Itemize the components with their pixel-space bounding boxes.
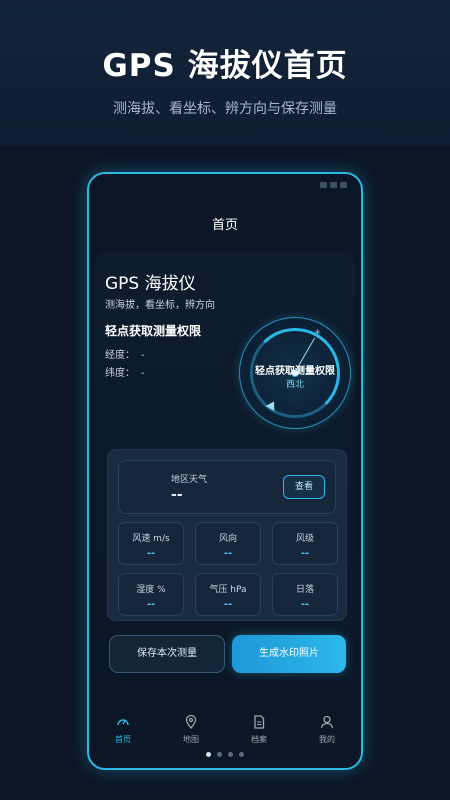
tab-home[interactable]: 首页 [93,714,153,754]
watermark-photo-button[interactable]: 生成水印照片 [232,635,346,673]
tab-map[interactable]: 地图 [161,714,221,754]
weather-panel: 地区天气 -- 查看 风速 m/s -- 风向 -- 风级 -- 湿度 % --… [107,449,347,621]
hero-subtitle: 测海拔、看坐标、辨方向与保存测量 [113,101,337,117]
compass-prompt: 轻点获取测量权限 [255,366,335,377]
tab-label: 档案 [251,735,267,744]
tab-label: 地图 [183,735,199,744]
longitude-row: 纬度： - [105,364,145,379]
status-icons [320,182,347,192]
tab-label: 我的 [319,735,335,744]
pressure-cell: 气压 hPa -- [195,573,261,616]
cell-label: 风级 [295,534,314,544]
page-dot-active[interactable] [206,752,211,757]
compass-dial[interactable]: ✳ 轻点获取测量权限 西北 [239,317,351,429]
wind-direction-cell: 风向 -- [195,522,261,565]
weather-summary: 地区天气 -- 查看 [118,460,336,514]
hero-banner: GPS 海拔仪首页 测海拔、看坐标、辨方向与保存测量 [0,0,450,146]
wifi-icon [330,182,337,188]
permission-link[interactable]: 轻点获取测量权限 [105,322,201,339]
user-icon [297,714,357,730]
save-measurement-button[interactable]: 保存本次测量 [109,635,225,673]
longitude-label: 纬度： [105,368,135,379]
cell-label: 气压 hPa [209,585,247,595]
battery-icon [340,182,347,188]
app-subtitle: 测海拔，看坐标，辨方向 [105,300,215,311]
latitude-row: 经度： - [105,346,145,361]
status-bar [103,182,347,192]
latitude-label: 经度： [105,350,135,361]
compass-direction: 西北 [285,380,304,390]
weather-grid: 风速 m/s -- 风向 -- 风级 -- 湿度 % -- 气压 hPa -- … [118,522,338,616]
signal-icon [320,182,327,188]
page-title: 首页 [211,218,238,233]
cell-value: -- [146,548,156,559]
latitude-value: - [141,350,145,361]
cell-label: 风速 m/s [132,534,170,544]
weather-label: 地区天气 [171,475,208,485]
cell-value: -- [223,548,233,559]
humidity-cell: 湿度 % -- [118,573,184,616]
app-title: GPS 海拔仪 [105,274,196,294]
page-dot[interactable] [239,752,244,757]
cell-value: -- [300,599,310,610]
page-dot[interactable] [217,752,222,757]
bottom-tab-bar: 首页 地图 档案 我的 [89,714,361,754]
wind-level-cell: 风级 -- [272,522,338,565]
sparkle-icon: ✳ [314,328,321,337]
cell-value: -- [300,548,310,559]
phone-frame: 首页 GPS 海拔仪 测海拔，看坐标，辨方向 轻点获取测量权限 经度： - 纬度：… [87,172,363,770]
cell-value: -- [223,599,233,610]
cell-label: 风向 [218,534,237,544]
cell-label: 日落 [295,585,314,595]
cell-label: 湿度 % [136,585,166,595]
page-dot[interactable] [228,752,233,757]
view-weather-button[interactable]: 查看 [283,475,325,499]
sunset-cell: 日落 -- [272,573,338,616]
hero-title: GPS 海拔仪首页 [102,48,348,84]
map-pin-icon [161,714,221,730]
speedometer-icon [93,714,153,730]
cell-value: -- [146,599,156,610]
tab-records[interactable]: 档案 [229,714,289,754]
tab-label: 首页 [115,735,131,744]
page-indicator [89,752,361,757]
tab-profile[interactable]: 我的 [297,714,357,754]
wind-speed-cell: 风速 m/s -- [118,522,184,565]
document-icon [229,714,289,730]
longitude-value: - [141,368,145,379]
weather-value: -- [171,487,183,503]
